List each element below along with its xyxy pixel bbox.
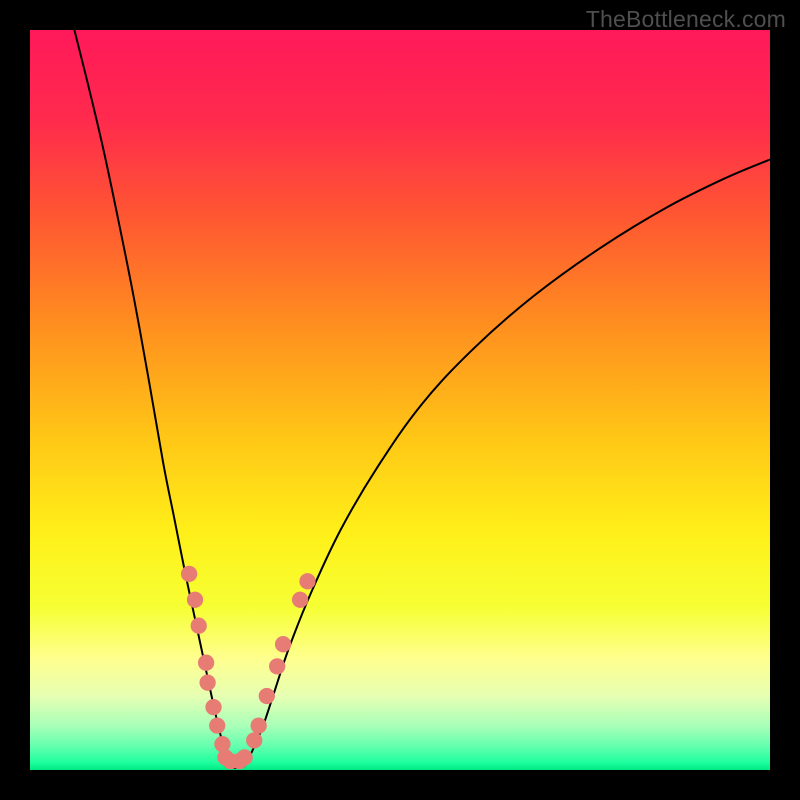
data-point <box>199 675 215 691</box>
data-point <box>191 618 207 634</box>
data-point <box>269 658 285 674</box>
data-point <box>236 749 252 765</box>
data-point <box>187 592 203 608</box>
data-point <box>246 732 262 748</box>
chart-svg <box>30 30 770 770</box>
series-right-curve <box>245 160 770 767</box>
data-point <box>292 592 308 608</box>
data-point <box>275 636 291 652</box>
data-point <box>259 688 275 704</box>
chart-frame: TheBottleneck.com <box>0 0 800 800</box>
watermark-text: TheBottleneck.com <box>586 6 786 33</box>
data-point <box>209 717 225 733</box>
plot-area <box>30 30 770 770</box>
data-point <box>205 699 221 715</box>
data-point <box>251 717 267 733</box>
data-point <box>299 573 315 589</box>
data-point <box>181 566 197 582</box>
data-point <box>198 655 214 671</box>
